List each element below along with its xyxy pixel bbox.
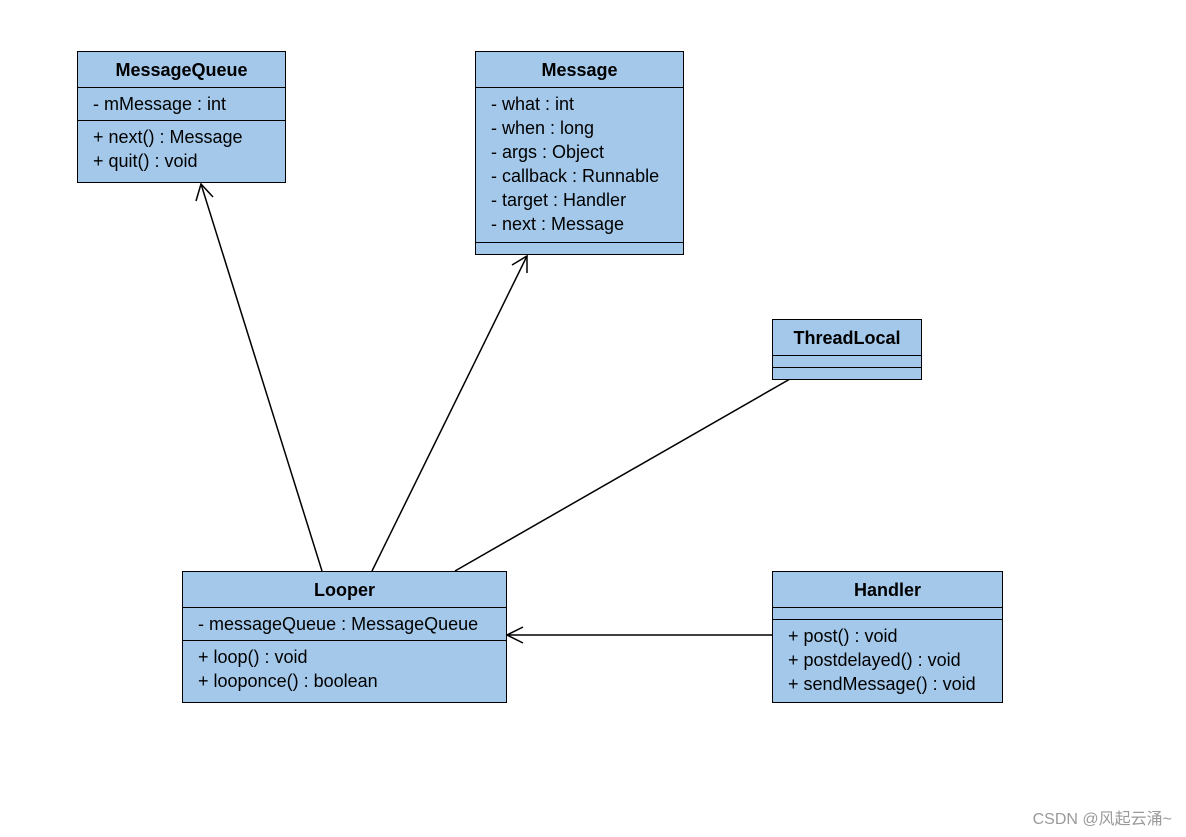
method: + sendMessage() : void xyxy=(788,674,976,694)
method: + quit() : void xyxy=(93,151,198,171)
attributes-section: - mMessage : int xyxy=(78,88,285,121)
methods-section: + post() : void + postdelayed() : void +… xyxy=(773,620,1002,700)
attribute: - next : Message xyxy=(491,214,625,234)
class-name: Handler xyxy=(773,572,1002,608)
attribute: - mMessage : int xyxy=(93,94,227,114)
attributes-section xyxy=(773,608,1002,620)
association-handler-looper xyxy=(505,626,772,644)
class-looper[interactable]: Looper - messageQueue : MessageQueue + l… xyxy=(182,571,507,703)
method: + looponce() : boolean xyxy=(198,671,378,691)
attribute: - args : Object xyxy=(491,142,605,162)
methods-section xyxy=(773,368,921,380)
association-looper-threadlocal xyxy=(454,378,791,572)
watermark: CSDN @风起云涌~ xyxy=(1032,811,1172,828)
class-threadlocal[interactable]: ThreadLocal xyxy=(772,319,922,380)
method: + next() : Message xyxy=(93,127,243,147)
class-name: MessageQueue xyxy=(78,52,285,88)
association-looper-messagequeue xyxy=(195,182,323,572)
attributes-section xyxy=(773,356,921,368)
association-looper-message xyxy=(371,254,528,572)
class-messagequeue[interactable]: MessageQueue - mMessage : int + next() :… xyxy=(77,51,286,183)
methods-section: + loop() : void + looponce() : boolean xyxy=(183,641,506,697)
methods-section: + next() : Message + quit() : void xyxy=(78,121,285,177)
method: + postdelayed() : void xyxy=(788,650,961,670)
method: + loop() : void xyxy=(198,647,308,667)
class-message[interactable]: Message - what : int - when : long - arg… xyxy=(475,51,684,255)
attribute: - messageQueue : MessageQueue xyxy=(198,614,479,634)
attribute: - when : long xyxy=(491,118,595,138)
attributes-section: - messageQueue : MessageQueue xyxy=(183,608,506,641)
attribute: - callback : Runnable xyxy=(491,166,660,186)
attribute: - what : int xyxy=(491,94,575,114)
attributes-section: - what : int - when : long - args : Obje… xyxy=(476,88,683,243)
class-name: Looper xyxy=(183,572,506,608)
class-name: Message xyxy=(476,52,683,88)
open-arrowhead-icon xyxy=(195,182,214,202)
attribute: - target : Handler xyxy=(491,190,627,210)
methods-section xyxy=(476,243,683,255)
class-name: ThreadLocal xyxy=(773,320,921,356)
method: + post() : void xyxy=(788,626,898,646)
class-handler[interactable]: Handler + post() : void + postdelayed() … xyxy=(772,571,1003,703)
